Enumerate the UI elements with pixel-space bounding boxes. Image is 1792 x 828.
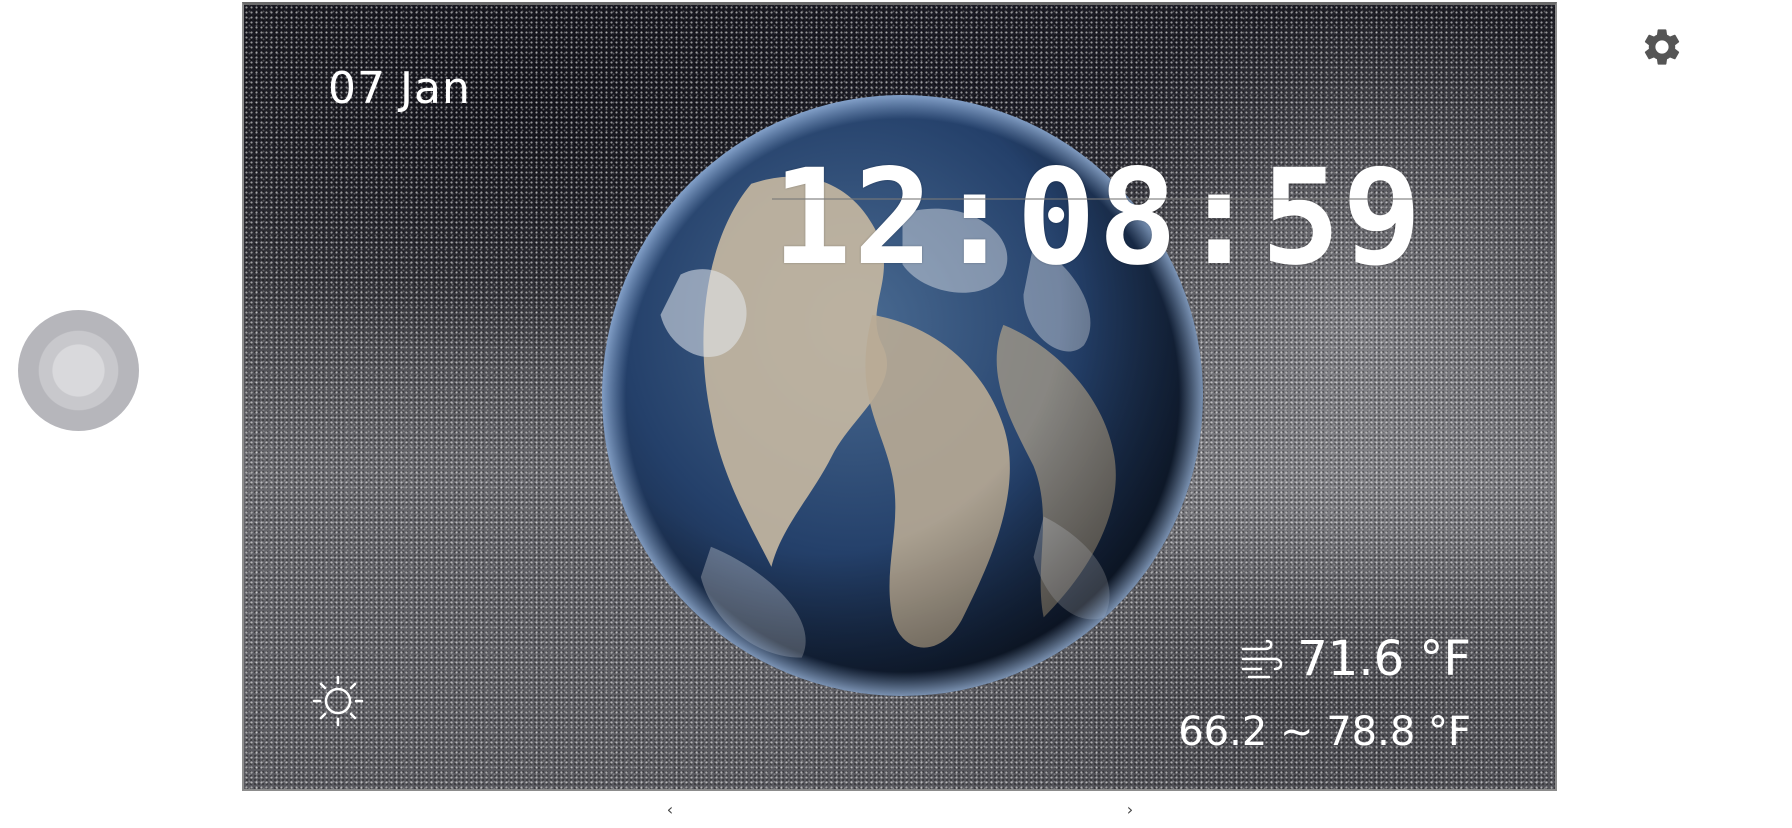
date-display: 07 Jan <box>328 63 471 114</box>
current-temp-value: 71.6 °F <box>1297 631 1471 687</box>
assistive-touch-button[interactable] <box>18 310 139 431</box>
temperature-range: 66.2 ~ 78.8 °F <box>1178 709 1471 755</box>
screen: 07 Jan 12:08:59 71.6 °F 66.2 ~ 78.8 °F ‹… <box>0 0 1792 828</box>
gear-icon <box>1644 29 1680 65</box>
chevron-left-icon[interactable]: ‹ <box>660 800 680 819</box>
chevron-right-icon[interactable]: › <box>1120 800 1140 819</box>
wallpaper-panel: 07 Jan 12:08:59 71.6 °F 66.2 ~ 78.8 °F <box>242 2 1557 791</box>
current-temperature: 71.6 °F <box>1241 631 1471 687</box>
brightness-button[interactable] <box>310 673 366 729</box>
sun-icon <box>312 675 364 727</box>
settings-button[interactable] <box>1640 25 1684 69</box>
clock-time: 12:08:59 <box>772 148 1462 288</box>
date-month: Jan <box>400 63 471 114</box>
wind-icon <box>1242 639 1283 679</box>
date-day: 07 <box>328 63 386 114</box>
